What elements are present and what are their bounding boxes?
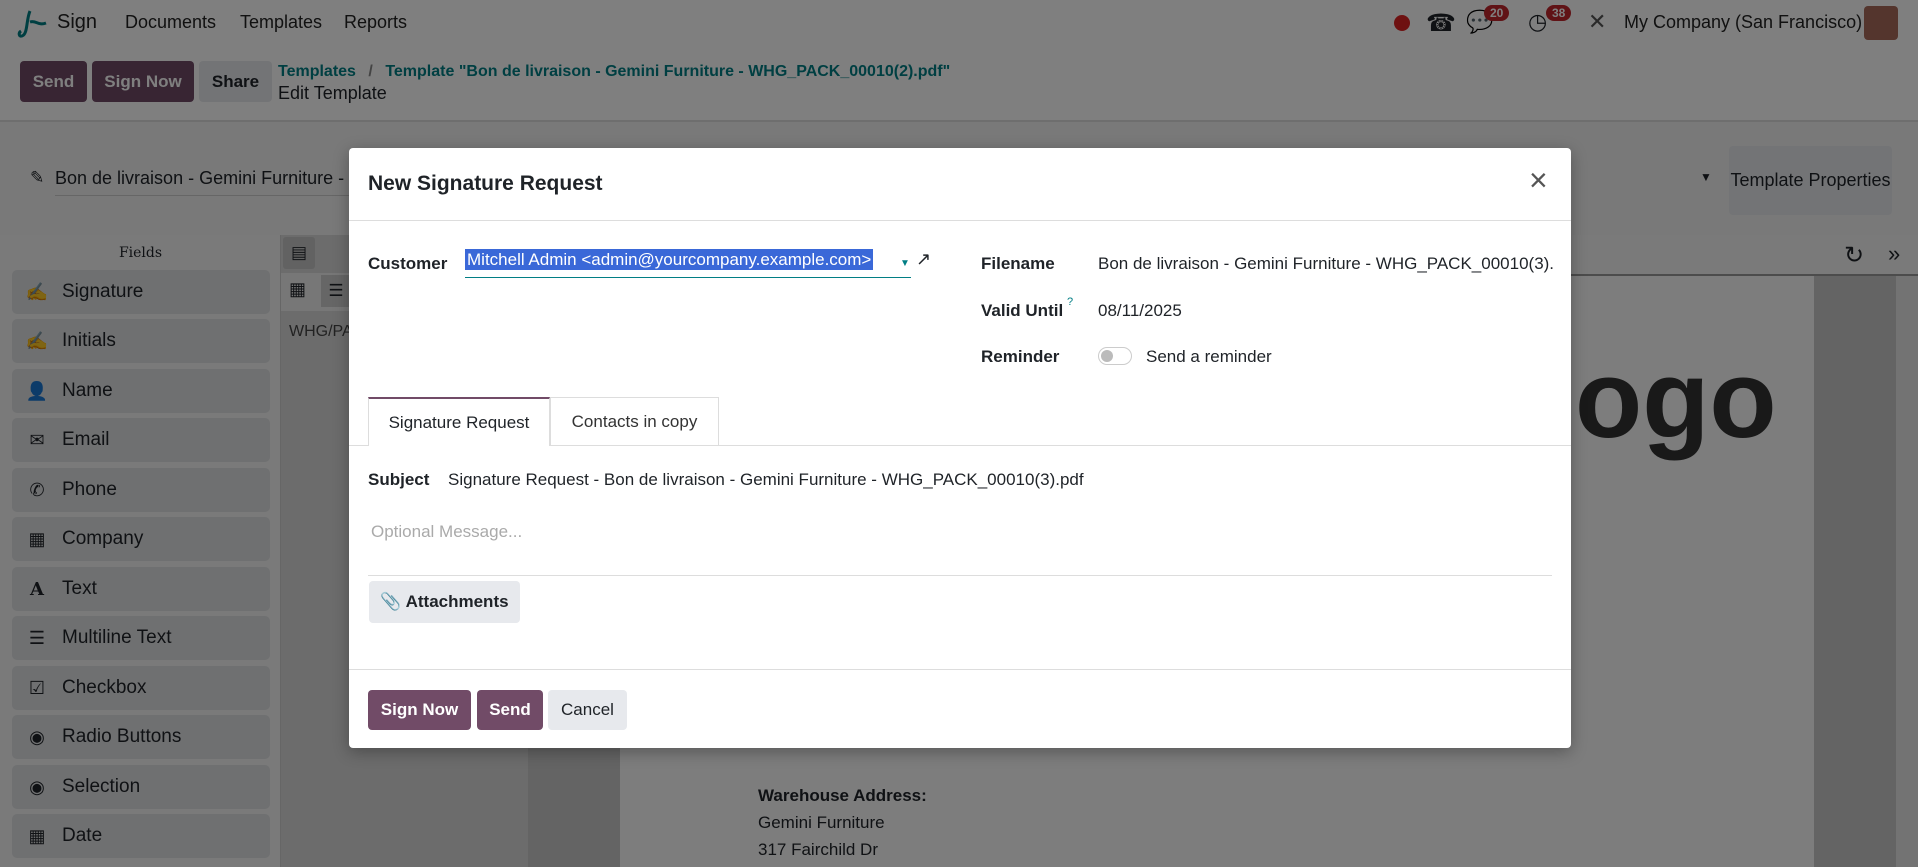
valid-until-label: Valid Until [981,301,1064,320]
tab-contacts-in-copy[interactable]: Contacts in copy [550,397,719,445]
dialog-title: New Signature Request [368,172,603,195]
message-input[interactable]: Optional Message... [371,522,522,542]
customer-label: Customer [368,254,448,273]
valid-until-input[interactable]: 08/11/2025 [1098,301,1182,321]
dialog-sign-now-button[interactable]: Sign Now [368,690,471,730]
new-signature-request-dialog: New Signature Request × Customer Mitchel… [349,148,1571,748]
attachments-button[interactable]: 📎 Attachments [369,581,520,623]
subject-label: Subject [368,470,430,489]
close-icon[interactable]: × [1529,162,1548,199]
reminder-label: Reminder [981,347,1060,366]
customer-input[interactable]: Mitchell Admin <admin@yourcompany.exampl… [465,249,911,278]
external-link-icon[interactable]: ↗ [916,249,931,270]
reminder-text: Send a reminder [1146,347,1272,366]
tab-signature-request[interactable]: Signature Request [368,397,550,446]
dialog-send-button[interactable]: Send [477,690,543,730]
reminder-toggle[interactable] [1098,347,1132,365]
dialog-cancel-button[interactable]: Cancel [548,690,627,730]
filename-input[interactable]: Bon de livraison - Gemini Furniture - WH… [1098,254,1553,274]
subject-input[interactable]: Signature Request - Bon de livraison - G… [448,470,1084,490]
filename-label: Filename [981,254,1055,273]
customer-dropdown-caret-icon[interactable]: ▼ [900,258,910,269]
help-tooltip-icon[interactable]: ? [1067,296,1073,308]
paperclip-icon: 📎 [380,592,402,611]
